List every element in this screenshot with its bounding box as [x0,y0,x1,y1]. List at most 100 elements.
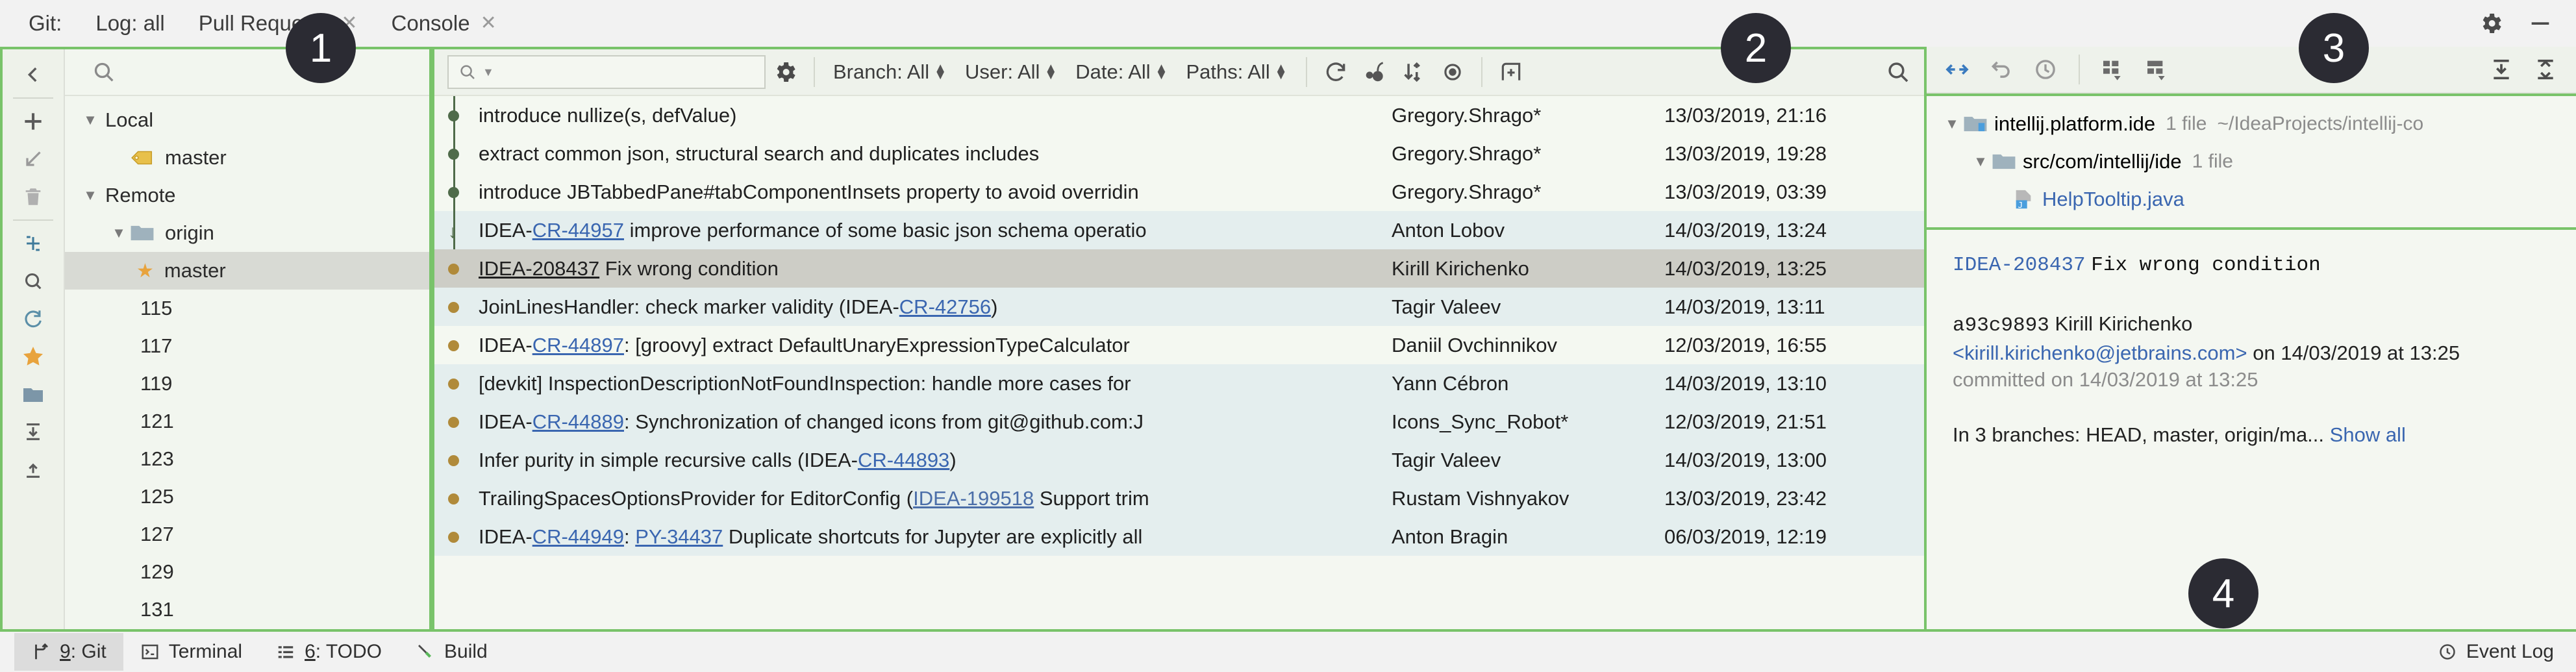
issue-link-secondary[interactable]: PY-34437 [635,525,723,548]
tree-node-129[interactable]: 129 [65,553,429,591]
search-icon[interactable] [6,262,60,300]
module-path: ~/IdeaProjects/intellij-co [2217,113,2424,134]
issue-link[interactable]: CR-44957 [532,219,624,242]
log-search-input[interactable] [499,61,755,83]
tab-git[interactable]: Git: [12,1,79,46]
paths-filter[interactable]: Paths: All ▲ ▼ [1177,60,1296,84]
issue-link[interactable]: CR-44897 [532,334,624,356]
intellisort-icon[interactable] [1394,53,1433,92]
table-row[interactable]: ↓ IDEA-CR-44957 improve performance of s… [434,211,1924,249]
table-row[interactable]: IDEA-208437 Fix wrong condition Kirill K… [434,249,1924,288]
close-icon[interactable]: ✕ [481,14,497,33]
gear-icon[interactable] [2477,10,2505,37]
java-file-icon: J [2012,188,2034,210]
new-branch-icon[interactable] [6,103,60,140]
file-name[interactable]: HelpTooltip.java [2042,188,2184,211]
tree-node-origin[interactable]: ▼ origin [65,214,429,252]
user-filter[interactable]: User: All ▲ ▼ [956,60,1066,84]
tree-node-131[interactable]: 131 [65,591,429,628]
collapse-all-icon[interactable] [6,451,60,488]
table-row[interactable]: extract common json, structural search a… [434,134,1924,173]
cherry-pick-icon[interactable] [1355,53,1394,92]
table-row[interactable]: [devkit] InspectionDescriptionNotFoundIn… [434,364,1924,403]
favorite-icon[interactable] [6,338,60,375]
tree-node-origin-master[interactable]: ★ master [65,252,429,290]
commit-author-line: a93c9893 Kirill Kirichenko [1953,310,2550,340]
show-all-branches-link[interactable]: Show all [2330,423,2406,446]
changed-files-tree[interactable]: ▼ intellij.platform.ide 1 file ~/IdeaPro… [1927,93,2576,230]
gear-icon[interactable] [766,53,805,92]
tree-node-local-master[interactable]: master [65,139,429,177]
issue-link[interactable]: IDEA-199518 [913,487,1034,510]
expand-all-icon[interactable] [2481,51,2521,88]
status-item-build[interactable]: Build [399,633,505,671]
log-search-box[interactable]: ▼ [447,55,766,89]
repository-icon[interactable] [6,375,60,413]
refresh-icon[interactable] [6,300,60,338]
issue-link[interactable]: CR-44893 [858,449,949,471]
status-item-git[interactable]: 9: Git [14,633,123,671]
tree-node-115[interactable]: 115 [65,290,429,327]
tree-node-117[interactable]: 117 [65,327,429,365]
tab-console[interactable]: Console ✕ [375,1,514,46]
table-row[interactable]: JoinLinesHandler: check marker validity … [434,288,1924,326]
tree-node-123[interactable]: 123 [65,440,429,478]
table-row[interactable]: Infer purity in simple recursive calls (… [434,441,1924,479]
show-diff-icon[interactable] [1937,51,1977,88]
tree-node-121[interactable]: 121 [65,403,429,440]
branch-search-input[interactable] [117,60,429,84]
tree-node-125[interactable]: 125 [65,478,429,516]
branch-filter-label: Branch: All [833,60,930,83]
status-item-terminal[interactable]: Terminal [123,633,259,671]
commit-date: 12/03/2019, 16:55 [1664,333,1827,356]
tree-node-local[interactable]: ▼ Local [65,101,429,139]
table-row[interactable]: introduce JBTabbedPane#tabComponentInset… [434,173,1924,211]
file-count: 1 file [2166,113,2207,134]
tree-node-127[interactable]: 127 [65,516,429,553]
add-tab-icon[interactable] [1492,53,1531,92]
branch-search-row[interactable] [65,49,429,96]
issue-link[interactable]: CR-42756 [899,295,991,318]
branch-filter[interactable]: Branch: All ▲ ▼ [824,60,956,84]
table-row[interactable]: IDEA-CR-44897: [groovy] extract DefaultU… [434,326,1924,364]
issue-link[interactable]: CR-44889 [532,410,624,433]
checkout-icon[interactable] [6,140,60,178]
chevron-down-icon[interactable]: ▼ [482,66,494,79]
commit-issue-link[interactable]: IDEA-208437 [1953,254,2086,277]
group-by-directory-icon[interactable] [2093,51,2133,88]
file-tree-folder-row[interactable]: ▼ src/com/intellij/ide 1 file [1927,143,2576,180]
tree-node-remote[interactable]: ▼ Remote [65,177,429,214]
file-tree-file-row[interactable]: J HelpTooltip.java [1927,180,2576,218]
commit-list[interactable]: introduce nullize(s, defValue) Gregory.S… [434,96,1924,629]
status-bar-right[interactable]: Event Log [2438,641,2576,663]
tree-node-119[interactable]: 119 [65,365,429,403]
table-row[interactable]: TrailingSpacesOptionsProvider for Editor… [434,479,1924,517]
refresh-icon[interactable] [1316,53,1355,92]
commit-author-email[interactable]: <kirill.kirichenko@jetbrains.com> [1953,342,2247,364]
expand-icon[interactable] [6,225,60,262]
date-filter[interactable]: Date: All ▲ ▼ [1066,60,1177,84]
commit-author: Tagir Valeev [1392,448,1501,471]
expand-all-icon[interactable] [6,413,60,451]
tree-node-label: origin [165,221,214,244]
table-row[interactable]: introduce nullize(s, defValue) Gregory.S… [434,96,1924,134]
search-icon[interactable] [1879,53,1918,92]
highlight-eye-icon[interactable] [1433,53,1472,92]
file-tree-module-row[interactable]: ▼ intellij.platform.ide 1 file ~/IdeaPro… [1927,105,2576,143]
minimize-icon[interactable] [2527,10,2554,37]
commit-message-text: Fix wrong condition [599,256,779,280]
status-item-todo[interactable]: 6: TODO [259,633,399,671]
branches-tree: ▼ Local master ▼ Remote ▼ origin ★ maste… [65,96,429,629]
table-row[interactable]: IDEA-CR-44889: Synchronization of change… [434,403,1924,441]
table-row[interactable]: IDEA-CR-44949: PY-34437 Duplicate shortc… [434,517,1924,556]
history-icon[interactable] [2025,51,2066,88]
collapse-left-icon[interactable] [6,56,60,93]
issue-link[interactable]: CR-44949 [532,525,624,548]
collapse-all-icon[interactable] [2525,51,2566,88]
group-by-module-icon[interactable] [2137,51,2177,88]
revert-icon[interactable] [1981,51,2021,88]
issue-link[interactable]: IDEA-208437 [479,257,599,280]
tab-log-all[interactable]: Log: all [79,1,181,46]
build-hammer-icon [416,642,435,662]
delete-icon[interactable] [6,178,60,216]
